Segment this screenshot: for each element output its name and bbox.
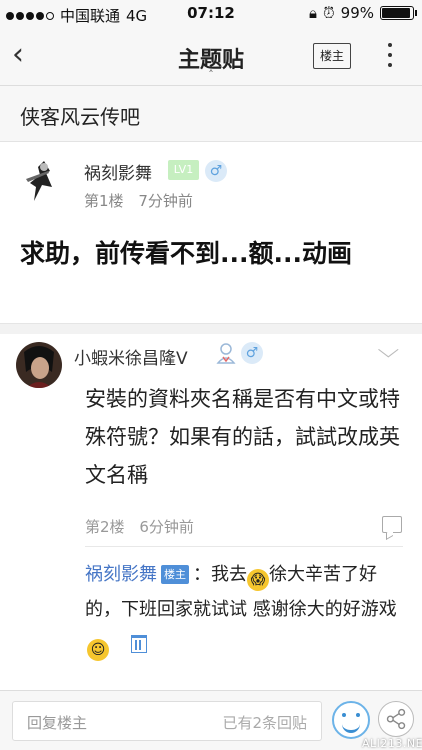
avatar[interactable]: [20, 157, 68, 205]
sub-reply-text: 祸刻影舞 楼主 ：我去 😱︎ 徐大辛苦了好的，下班回家就试试 感谢徐大的好游戏☺︎: [85, 557, 403, 662]
battery-icon: [380, 6, 417, 20]
vip-member-icon: [216, 343, 236, 364]
post-time: 7分钟前: [138, 192, 193, 210]
reply-count: 已有2条回贴: [222, 714, 307, 732]
owner-tag: 楼主: [161, 565, 189, 584]
reply-input[interactable]: 回复楼主 已有2条回贴: [12, 701, 322, 741]
floor-label: 第2楼: [85, 518, 125, 536]
sub-reply-username[interactable]: 祸刻影舞: [85, 564, 157, 585]
floor-label: 第1楼: [84, 192, 124, 210]
only-owner-button[interactable]: 楼主: [313, 43, 351, 69]
watermark: ALI213.NET: [362, 737, 422, 750]
op-meta: 第1楼 7分钟前: [84, 190, 193, 211]
rotation-lock-icon: 🔒︎: [308, 4, 317, 22]
post-title: 求助，前传看不到...额...动画: [20, 239, 352, 268]
battery-label: 99%: [340, 4, 374, 22]
op-username[interactable]: 祸刻影舞: [84, 159, 152, 184]
forum-header[interactable]: 侠客风云传吧: [0, 86, 422, 142]
avatar[interactable]: [16, 342, 62, 388]
chevron-down-icon[interactable]: ⌵: [377, 338, 399, 363]
reply-floor-2: 小蝦米徐昌隆V ♂ ⌵ 安裝的資料夾名稱是否有中文或特殊符號？如果有的話，試試改…: [0, 334, 422, 690]
trash-icon[interactable]: [131, 635, 147, 653]
comment-icon[interactable]: [382, 516, 402, 533]
reply-bar: 回复楼主 已有2条回贴 ALI213.NET: [0, 690, 422, 750]
battery-fill: [382, 8, 410, 18]
reply-content: 安裝的資料夾名稱是否有中文或特殊符號？如果有的話，試試改成英文名稱: [85, 387, 400, 487]
alarm-icon: ⏰︎: [322, 4, 335, 22]
level-badge: LV1: [168, 160, 199, 180]
section-divider: [0, 324, 422, 334]
sub-reply-text-1: ：我去: [193, 564, 247, 585]
heart-eyes-face-icon: ☺︎: [87, 639, 109, 661]
male-icon: ♂: [205, 160, 227, 182]
scared-face-icon: 😱︎: [247, 569, 269, 591]
status-right: 🔒︎ ⏰︎ 99%: [308, 4, 417, 22]
status-bar: 中国联通 4G 07:12 🔒︎ ⏰︎ 99%: [0, 0, 422, 28]
reply-input-placeholder: 回复楼主: [27, 714, 88, 732]
more-vertical-icon[interactable]: [384, 40, 396, 70]
caret-up-icon[interactable]: ˄: [0, 68, 422, 81]
forum-name[interactable]: 侠客风云传吧: [20, 101, 140, 130]
male-icon: ♂: [241, 342, 263, 364]
original-post: 祸刻影舞 LV1 ♂ 第1楼 7分钟前 求助，前传看不到...额...动画: [0, 142, 422, 324]
sub-reply: 祸刻影舞 楼主 ：我去 😱︎ 徐大辛苦了好的，下班回家就试试 感谢徐大的好游戏☺︎: [85, 546, 403, 668]
reply-meta: 第2楼 6分钟前: [85, 516, 194, 537]
nav-bar: ‹ 主题贴 ˄ 楼主: [0, 28, 422, 86]
share-icon[interactable]: [378, 701, 414, 737]
reply-time: 6分钟前: [139, 518, 194, 536]
smiley-face-icon[interactable]: [332, 701, 370, 739]
reply-username[interactable]: 小蝦米徐昌隆V: [74, 344, 188, 369]
